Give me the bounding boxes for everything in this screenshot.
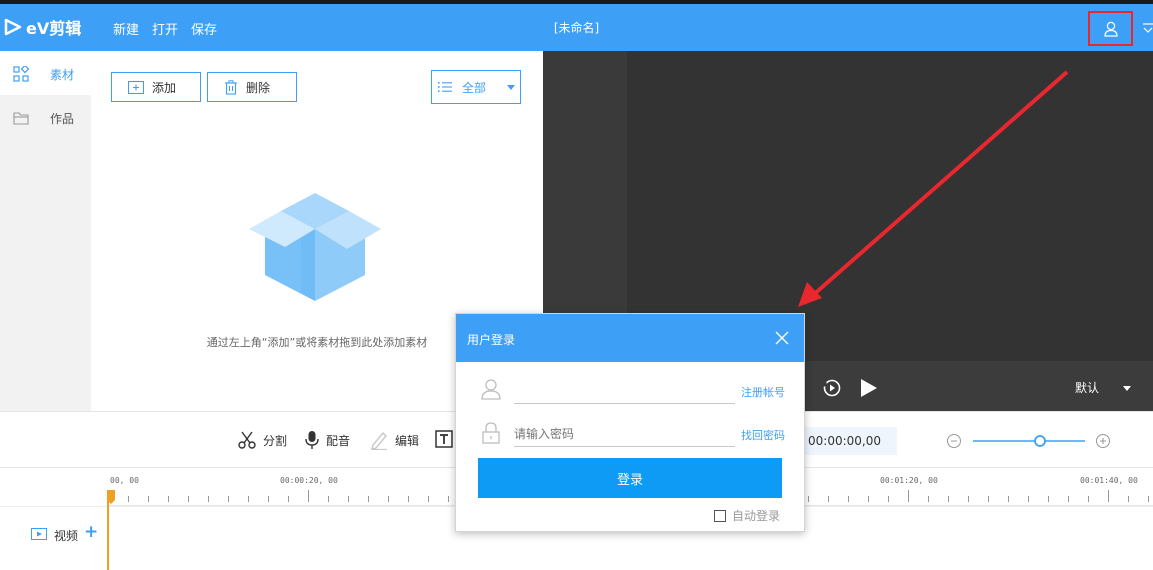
dub-label: 配音 xyxy=(326,433,351,448)
user-icon xyxy=(481,379,501,400)
auto-login-option[interactable]: 自动登录 xyxy=(714,507,780,524)
filter-label: 全部 xyxy=(462,80,487,95)
replay-icon[interactable] xyxy=(822,378,842,398)
password-input[interactable] xyxy=(514,426,735,441)
chevron-down-icon xyxy=(507,85,515,90)
close-icon[interactable] xyxy=(774,330,790,346)
auto-login-checkbox[interactable] xyxy=(714,509,726,522)
video-track-header: 视频 + xyxy=(0,506,108,566)
timecode-display: 00:00:00,00 xyxy=(800,427,897,455)
split-label: 分割 xyxy=(263,433,288,448)
video-track-label: 视频 xyxy=(54,529,79,543)
auto-login-label: 自动登录 xyxy=(732,509,781,523)
register-link[interactable]: 注册帐号 xyxy=(741,384,785,400)
video-track-icon xyxy=(31,528,47,540)
add-file-icon xyxy=(128,80,144,94)
folder-icon xyxy=(13,112,29,125)
delete-button[interactable]: 删除 xyxy=(207,72,297,102)
edit-label: 编辑 xyxy=(395,433,420,448)
list-icon xyxy=(438,82,452,92)
text-icon xyxy=(435,430,453,448)
filter-dropdown[interactable]: 全部 xyxy=(431,70,521,104)
username-field[interactable] xyxy=(514,378,735,404)
grid-icon xyxy=(13,66,29,82)
delete-button-label: 删除 xyxy=(246,80,271,95)
zoom-slider[interactable] xyxy=(946,433,1112,449)
login-dialog-title: 用户登录 xyxy=(467,333,516,347)
playhead-handle[interactable] xyxy=(107,490,115,504)
menu-open[interactable]: 打开 xyxy=(152,19,178,38)
main-menu: 新建 打开 保存 xyxy=(113,19,217,38)
dropdown-menu-icon[interactable] xyxy=(1141,19,1153,35)
empty-box-icon xyxy=(249,193,381,301)
add-button[interactable]: 添加 xyxy=(111,72,201,102)
add-track-icon[interactable]: + xyxy=(84,522,98,542)
login-dialog-header: 用户登录 xyxy=(456,314,804,362)
microphone-icon xyxy=(305,431,319,449)
username-input[interactable] xyxy=(514,383,735,398)
app-logo: eV剪辑 xyxy=(4,16,81,38)
scissors-icon xyxy=(238,431,256,449)
password-field[interactable] xyxy=(514,421,735,447)
edit-tool[interactable]: 编辑 xyxy=(369,430,419,450)
add-button-label: 添加 xyxy=(152,80,177,95)
title-bar: eV剪辑 新建 打开 保存 [未命名] xyxy=(0,4,1153,51)
user-icon xyxy=(1103,21,1118,37)
nav-item-label: 素材 xyxy=(50,68,75,82)
recover-password-link[interactable]: 找回密码 xyxy=(741,427,785,443)
menu-new[interactable]: 新建 xyxy=(113,19,139,38)
play-icon[interactable] xyxy=(860,378,878,398)
nav-item-works[interactable]: 作品 xyxy=(0,95,91,139)
side-navigation: 素材 作品 xyxy=(0,51,91,411)
user-account-button[interactable] xyxy=(1088,11,1133,46)
login-dialog: 用户登录 注册帐号 找回密码 登录 自动登录 xyxy=(455,313,805,532)
split-tool[interactable]: 分割 xyxy=(237,430,287,450)
login-button[interactable]: 登录 xyxy=(478,458,782,498)
nav-item-label: 作品 xyxy=(50,112,75,126)
play-logo-icon xyxy=(4,18,22,36)
aspect-ratio-select[interactable]: 默认 xyxy=(1075,379,1099,396)
menu-save[interactable]: 保存 xyxy=(191,19,217,38)
trash-icon xyxy=(225,79,237,95)
dub-tool[interactable]: 配音 xyxy=(304,430,350,450)
nav-item-materials[interactable]: 素材 xyxy=(0,51,91,95)
chevron-down-icon[interactable] xyxy=(1123,386,1131,391)
app-logo-text: eV剪辑 xyxy=(26,19,82,38)
pencil-icon xyxy=(371,431,387,450)
lock-icon xyxy=(482,422,500,444)
